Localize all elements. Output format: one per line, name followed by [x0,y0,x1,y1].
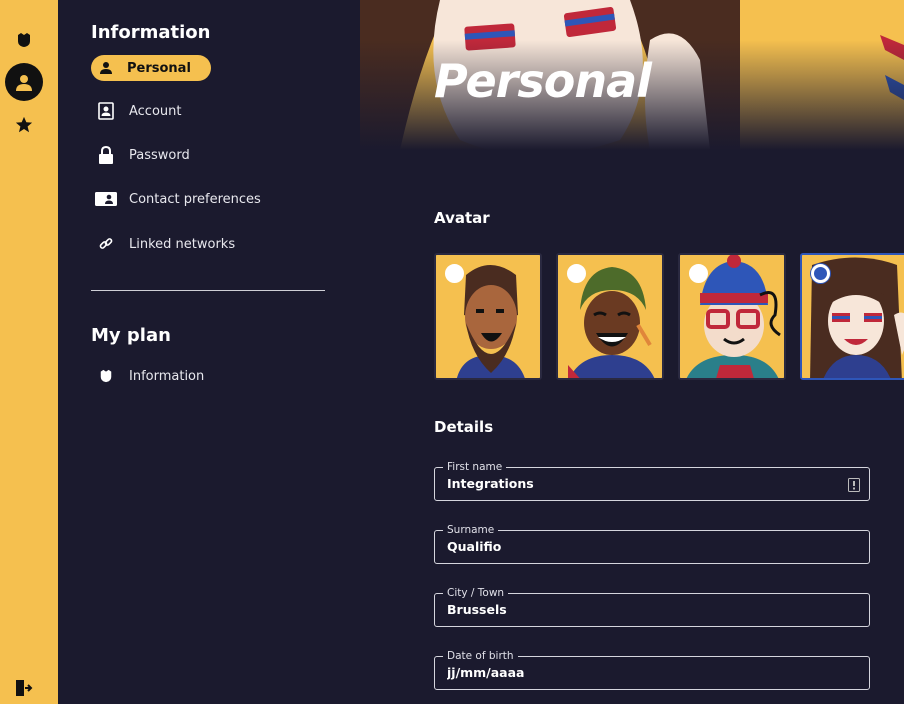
avatar-radio[interactable] [689,264,708,283]
date-of-birth-field: Date of birth [434,649,870,690]
city-label: City / Town [443,586,509,600]
surname-input[interactable] [447,539,837,554]
sidebar-item-label: Password [129,147,190,163]
first-name-field: First name [434,460,870,501]
city-field: City / Town [434,586,870,627]
star-icon [15,116,33,133]
shield-icon [91,369,121,383]
sidebar-item-label: Contact preferences [129,191,261,207]
sidebar-item-password[interactable]: Password [91,142,190,168]
sidebar-item-personal[interactable]: Personal [91,55,211,81]
avatar-radio[interactable] [811,264,830,283]
password-manager-icon[interactable] [848,477,860,496]
id-card-icon [91,102,121,120]
rail-shield-button[interactable] [0,20,48,60]
sidebar-item-plan-information[interactable]: Information [91,363,204,389]
profile-avatar-circle [5,63,43,101]
sidebar-item-account[interactable]: Account [91,98,182,124]
avatar-picker [434,253,904,380]
icon-rail [0,0,58,704]
avatar-option-man-glasses-beanie[interactable] [678,253,786,380]
first-name-input[interactable] [447,476,837,491]
first-name-label: First name [443,460,507,474]
city-input[interactable] [447,602,837,617]
avatar-radio[interactable] [567,264,586,283]
avatar-option-woman-face-paint[interactable] [800,253,904,380]
surname-label: Surname [443,523,499,537]
link-icon [91,237,121,251]
user-icon [16,75,32,91]
surname-field: Surname [434,523,870,564]
sidebar-item-label: Personal [127,60,191,76]
avatar-heading: Avatar [434,209,490,227]
sidebar-item-contact-preferences[interactable]: Contact preferences [91,186,261,212]
avatar-option-woman-headscarf[interactable] [556,253,664,380]
my-plan-heading: My plan [91,325,171,346]
shield-icon [18,33,30,47]
rail-star-button[interactable] [0,105,48,145]
avatar-option-bearded-man[interactable] [434,253,542,380]
sidebar-item-label: Account [129,103,182,119]
avatar-radio[interactable] [445,264,464,283]
lock-icon [91,146,121,164]
date-of-birth-label: Date of birth [443,649,518,663]
contact-card-icon [91,192,121,206]
sidebar-item-label: Information [129,368,205,384]
hero-banner: Personal [360,0,904,150]
logout-button[interactable] [0,668,48,704]
sidebar-divider [91,290,325,291]
information-heading: Information [91,22,211,43]
rail-profile-button[interactable] [0,62,48,102]
details-heading: Details [434,418,494,436]
date-of-birth-input[interactable] [447,665,837,680]
sidebar-item-linked-networks[interactable]: Linked networks [91,231,235,257]
sidebar: Information Personal Account Password Co… [58,0,360,704]
person-icon [91,61,121,75]
sidebar-item-label: Linked networks [129,236,236,252]
page-title: Personal [434,54,652,108]
logout-icon [16,680,33,696]
main-content: Personal Avatar Details First name Integ… [360,0,904,704]
